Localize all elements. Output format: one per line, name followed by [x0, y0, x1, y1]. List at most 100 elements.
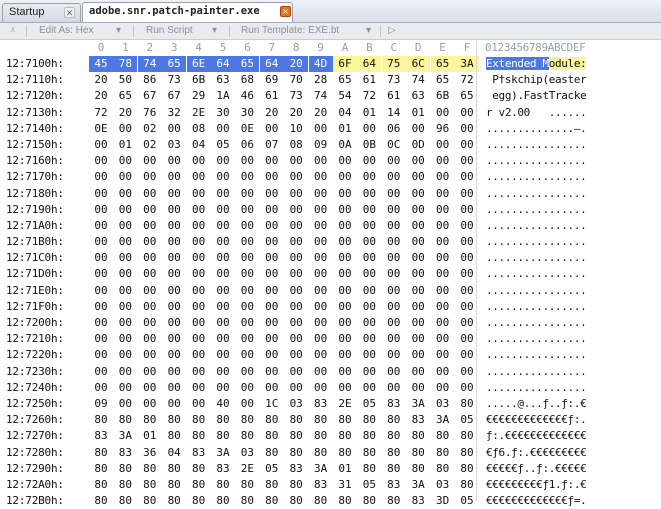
hex-byte[interactable]: 00	[113, 202, 137, 218]
hex-byte[interactable]: 00	[211, 121, 235, 137]
hex-row[interactable]: 12:7190h: 00 00 00 00 00 00 00 00 00 00 00 00 00 00 00 0…	[0, 202, 661, 218]
hex-byte[interactable]: 80	[162, 461, 186, 477]
hex-byte[interactable]: 65	[235, 56, 260, 72]
hex-byte[interactable]: 02	[138, 121, 162, 137]
hex-byte[interactable]: 36	[138, 445, 162, 461]
hex-byte[interactable]: 00	[138, 299, 162, 315]
hex-byte[interactable]: 63	[406, 88, 430, 104]
ascii-text[interactable]: ................	[483, 347, 618, 363]
hex-row[interactable]: 12:7210h: 00 00 00 00 00 00 00 00 00 00 00 00 00 00 00 0…	[0, 331, 661, 347]
hex-byte[interactable]: 00	[138, 202, 162, 218]
hex-byte[interactable]: 00	[211, 169, 235, 185]
hex-byte[interactable]: 80	[284, 445, 308, 461]
hex-row[interactable]: 12:72B0h: 80 80 80 80 80 80 80 80 80 80 80 80 80 83 3D 0…	[0, 493, 661, 509]
hex-byte[interactable]: 00	[284, 218, 308, 234]
hex-byte[interactable]: 00	[382, 380, 406, 396]
hex-byte[interactable]: 00	[113, 331, 137, 347]
hex-byte[interactable]: 00	[89, 218, 113, 234]
hex-byte[interactable]: 00	[431, 380, 455, 396]
ascii-text[interactable]: ..............–.	[483, 121, 618, 137]
hex-byte[interactable]: 80	[309, 428, 333, 444]
hex-byte[interactable]: 00	[333, 202, 357, 218]
hex-byte[interactable]: 00	[260, 202, 284, 218]
hex-byte[interactable]: 00	[162, 250, 186, 266]
hex-byte[interactable]: 4D	[308, 56, 333, 72]
hex-byte[interactable]: 00	[89, 347, 113, 363]
hex-byte[interactable]: 00	[113, 299, 137, 315]
hex-byte[interactable]: 00	[357, 299, 381, 315]
hex-byte[interactable]: 00	[235, 250, 259, 266]
hex-byte[interactable]: 68	[235, 72, 259, 88]
hex-row[interactable]: 12:71A0h: 00 00 00 00 00 00 00 00 00 00 00 00 00 00 00 0…	[0, 218, 661, 234]
ascii-text[interactable]: €ƒ6.ƒ:.€€€€€€€€€	[483, 445, 618, 461]
hex-byte[interactable]: 00	[382, 331, 406, 347]
hex-byte[interactable]: 00	[382, 250, 406, 266]
hex-byte[interactable]: 00	[284, 153, 308, 169]
ascii-text[interactable]: ................	[483, 283, 618, 299]
hex-byte[interactable]: 80	[431, 428, 455, 444]
hex-byte[interactable]: 00	[382, 299, 406, 315]
hex-byte[interactable]: 00	[138, 266, 162, 282]
hex-byte[interactable]: 80	[333, 412, 357, 428]
hex-byte[interactable]: 20	[89, 72, 113, 88]
hex-byte[interactable]: 83	[187, 445, 211, 461]
hex-byte[interactable]: 00	[89, 186, 113, 202]
hex-byte[interactable]: 09	[89, 396, 113, 412]
hex-byte[interactable]: 01	[333, 461, 357, 477]
hex-byte[interactable]: 01	[138, 428, 162, 444]
hex-byte[interactable]: 00	[357, 380, 381, 396]
hex-byte[interactable]: 00	[333, 153, 357, 169]
hex-row[interactable]: 12:7250h: 09 00 00 00 00 40 00 1C 03 83 2E 05 83 3A 03 8…	[0, 396, 661, 412]
hex-byte[interactable]: 00	[162, 153, 186, 169]
hex-byte[interactable]: 00	[235, 266, 259, 282]
hex-byte[interactable]: 80	[260, 445, 284, 461]
hex-byte[interactable]: 72	[89, 105, 113, 121]
hex-byte[interactable]: 00	[431, 153, 455, 169]
hex-byte[interactable]: 80	[211, 412, 235, 428]
hex-byte[interactable]: 00	[187, 266, 211, 282]
hex-byte[interactable]: 67	[138, 88, 162, 104]
hex-byte[interactable]: 80	[357, 428, 381, 444]
hex-byte[interactable]: 00	[138, 186, 162, 202]
hex-byte[interactable]: 80	[113, 493, 137, 509]
ascii-text[interactable]: ƒ:.€€€€€€€€€€€€€	[483, 428, 618, 444]
hex-byte[interactable]: 00	[406, 153, 430, 169]
hex-byte[interactable]: 20	[284, 56, 309, 72]
hex-byte[interactable]: 6F	[333, 56, 357, 72]
hex-byte[interactable]: 00	[113, 121, 137, 137]
hex-byte[interactable]: 00	[357, 186, 381, 202]
hex-row[interactable]: 12:71C0h: 00 00 00 00 00 00 00 00 00 00 00 00 00 00 00 0…	[0, 250, 661, 266]
tab-startup[interactable]: Startup ✕	[2, 3, 81, 22]
hex-byte[interactable]: 00	[260, 218, 284, 234]
hex-row[interactable]: 12:7120h: 20 65 67 67 29 1A 46 61 73 74 54 72 61 63 6B 6…	[0, 88, 661, 104]
hex-byte[interactable]: 65	[431, 72, 455, 88]
hex-byte[interactable]: 80	[113, 412, 137, 428]
hex-byte[interactable]: 00	[431, 202, 455, 218]
ascii-text[interactable]: .....@...ƒ..ƒ:.€	[483, 396, 618, 412]
hex-byte[interactable]: 00	[382, 153, 406, 169]
hex-byte[interactable]: 00	[357, 153, 381, 169]
hex-byte[interactable]: 80	[138, 412, 162, 428]
ascii-text[interactable]: ................	[483, 169, 618, 185]
hex-byte[interactable]: 80	[382, 428, 406, 444]
hex-byte[interactable]: 76	[138, 105, 162, 121]
hex-byte[interactable]: 00	[382, 218, 406, 234]
hex-byte[interactable]: 00	[431, 250, 455, 266]
hex-byte[interactable]: 80	[260, 412, 284, 428]
hex-byte[interactable]: 00	[113, 250, 137, 266]
hex-byte[interactable]: 00	[89, 315, 113, 331]
hex-byte[interactable]: 00	[357, 364, 381, 380]
hex-byte[interactable]: 00	[406, 380, 430, 396]
hex-row[interactable]: 12:7200h: 00 00 00 00 00 00 00 00 00 00 00 00 00 00 00 0…	[0, 315, 661, 331]
hex-byte[interactable]: 2E	[235, 461, 259, 477]
hex-byte[interactable]: 00	[235, 347, 259, 363]
hex-byte[interactable]: 28	[309, 72, 333, 88]
hex-byte[interactable]: 80	[431, 461, 455, 477]
hex-byte[interactable]: 83	[309, 396, 333, 412]
hex-byte[interactable]: 00	[357, 250, 381, 266]
hex-byte[interactable]: 30	[211, 105, 235, 121]
hex-byte[interactable]: 00	[406, 121, 430, 137]
hex-byte[interactable]: 00	[309, 299, 333, 315]
hex-byte[interactable]: 83	[284, 461, 308, 477]
hex-byte[interactable]: 04	[333, 105, 357, 121]
